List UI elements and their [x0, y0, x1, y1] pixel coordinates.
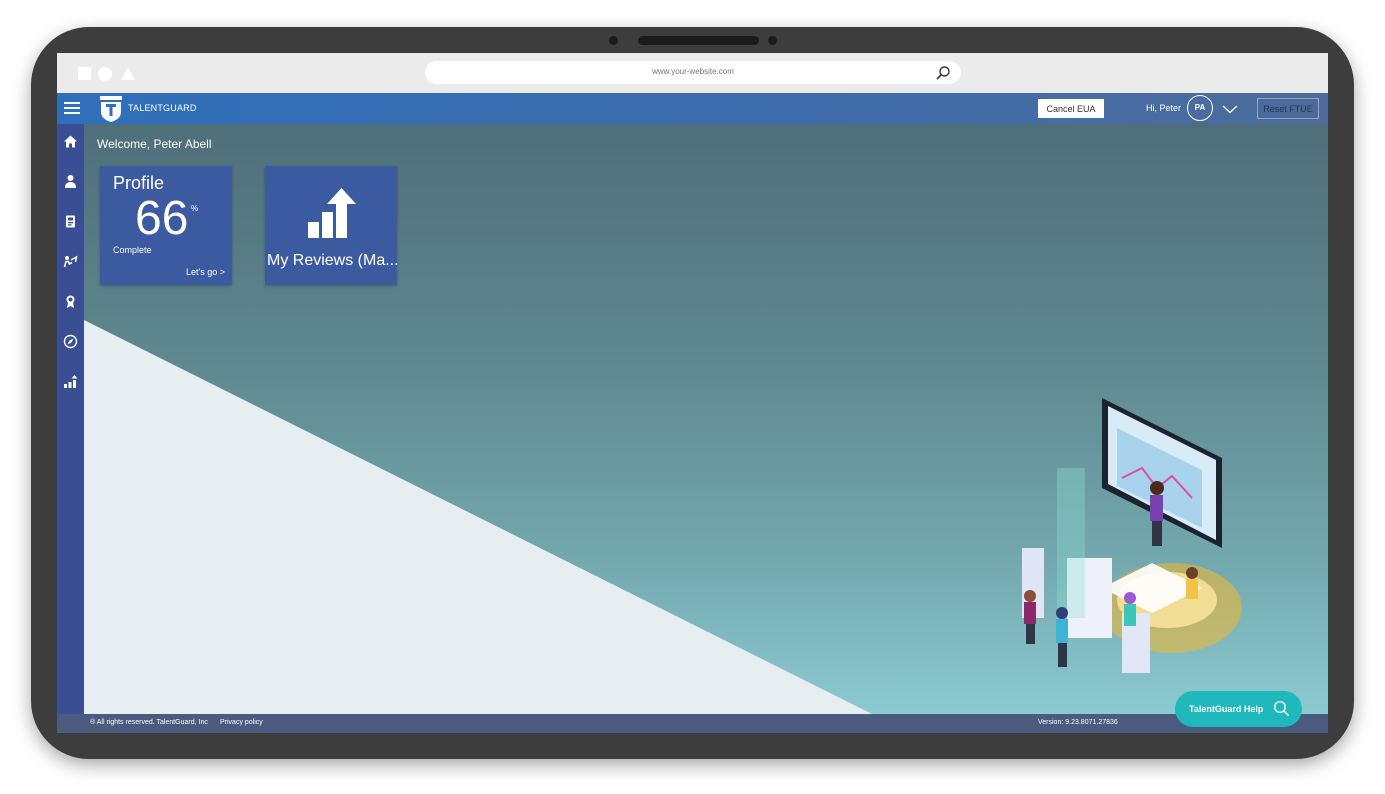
- copyright-text: ® All rights reserved. TalentGuard, Inc: [90, 719, 208, 726]
- search-icon: [1273, 700, 1290, 717]
- bar-chart-up-icon[interactable]: [63, 374, 78, 389]
- profile-tile[interactable]: Profile 66 % Complete Let's go >: [100, 166, 232, 285]
- welcome-message: Welcome, Peter Abell: [97, 137, 212, 151]
- career-path-icon[interactable]: [63, 254, 78, 269]
- reset-ftue-button[interactable]: Reset FTUE: [1257, 98, 1319, 119]
- home-icon[interactable]: [63, 134, 78, 149]
- user-greeting: Hi, Peter: [1146, 103, 1182, 113]
- my-reviews-label: My Reviews (Ma...: [267, 252, 399, 269]
- search-icon[interactable]: [935, 65, 951, 81]
- sidebar: [57, 124, 84, 714]
- screen: www.your-website.com TALENTGUARD Cancel …: [57, 53, 1328, 733]
- talentguard-logo-icon[interactable]: [100, 96, 122, 122]
- chevron-down-icon[interactable]: [1222, 104, 1238, 114]
- team-dashboard-illustration: [1022, 398, 1242, 673]
- speaker-bar: [638, 36, 759, 45]
- footer: ® All rights reserved. TalentGuard, Inc …: [57, 714, 1328, 733]
- cancel-eua-button[interactable]: Cancel EUA: [1038, 99, 1104, 118]
- address-bar[interactable]: www.your-website.com: [425, 61, 961, 84]
- lets-go-link[interactable]: Let's go >: [186, 267, 225, 277]
- bar-chart-up-icon: [308, 188, 356, 238]
- award-icon[interactable]: [63, 294, 78, 309]
- talentguard-help-button[interactable]: TalentGuard Help: [1175, 691, 1302, 727]
- compass-icon[interactable]: [63, 334, 78, 349]
- window-square-control[interactable]: [78, 67, 91, 80]
- avatar[interactable]: PA: [1187, 95, 1213, 121]
- percent-sign: %: [191, 204, 199, 213]
- camera-dot: [609, 36, 618, 45]
- browser-bar: www.your-website.com: [57, 53, 1328, 93]
- person-icon[interactable]: [63, 174, 78, 189]
- camera-dot: [768, 36, 777, 45]
- my-reviews-tile[interactable]: My Reviews (Ma...: [265, 166, 399, 285]
- help-label: TalentGuard Help: [1189, 704, 1264, 714]
- version-text: Version: 9.23.8071.27836: [1038, 719, 1118, 726]
- window-circle-control[interactable]: [98, 67, 112, 81]
- hamburger-menu-icon[interactable]: [64, 102, 80, 115]
- id-card-icon[interactable]: [63, 214, 78, 229]
- profile-status: Complete: [113, 245, 152, 255]
- privacy-policy-link[interactable]: Privacy policy: [220, 719, 263, 726]
- app-header: TALENTGUARD Cancel EUA Hi, Peter PA Rese…: [57, 93, 1328, 124]
- url-text: www.your-website.com: [652, 67, 734, 76]
- profile-completion-percent: 66: [135, 192, 189, 245]
- window-triangle-control[interactable]: [121, 67, 135, 80]
- brand-name: TALENTGUARD: [128, 103, 197, 113]
